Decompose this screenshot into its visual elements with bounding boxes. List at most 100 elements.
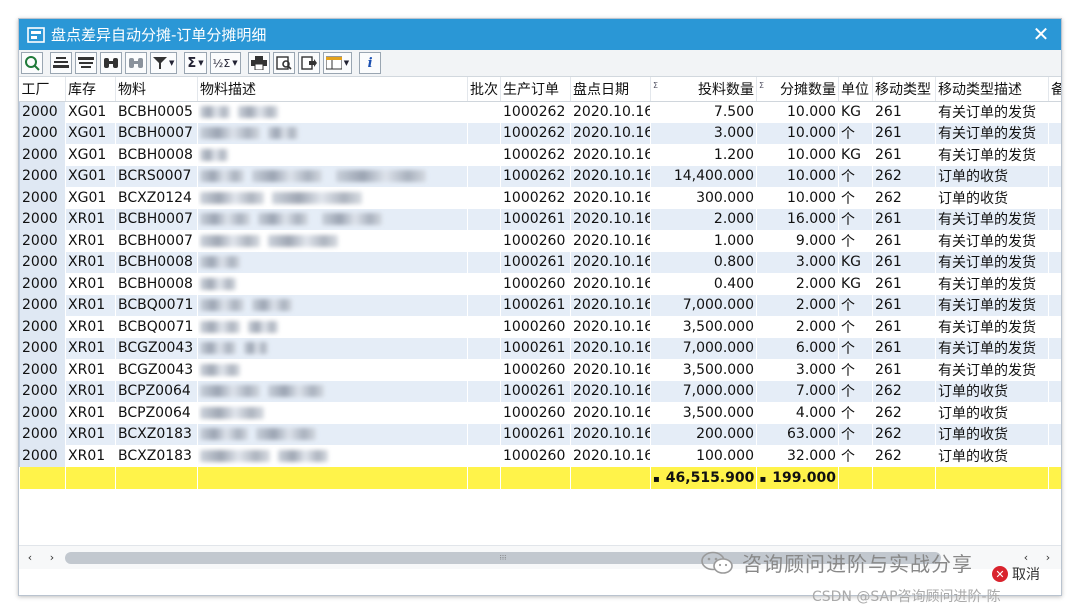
table-cell[interactable]: 1.000 — [650, 230, 757, 252]
table-cell[interactable]: 1000261 — [500, 251, 571, 273]
table-cell[interactable]: 订单的收货 — [935, 380, 1049, 402]
table-cell[interactable]: 2020.10.16 — [570, 230, 651, 252]
table-row[interactable]: 2000 XR01 BCGZ0043 1000260 2020.10.16 3,500.0… — [19, 359, 1061, 381]
table-cell[interactable]: XR01 — [65, 337, 116, 359]
table-cell[interactable]: 7,000.000 — [650, 337, 757, 359]
table-cell[interactable]: 10.000 — [756, 101, 839, 123]
table-cell[interactable]: 有关订单的发货 — [935, 251, 1049, 273]
table-cell[interactable]: 261 — [872, 230, 936, 252]
table-cell[interactable]: 261 — [872, 251, 936, 273]
table-cell[interactable]: 有关订单的发货 — [935, 230, 1049, 252]
table-row[interactable]: 2000 XR01 BCXZ0183 1000261 2020.10.16 200.000… — [19, 423, 1061, 445]
table-cell[interactable]: 2000 — [19, 423, 66, 445]
sort-ascending-icon[interactable] — [50, 52, 72, 74]
table-cell[interactable] — [467, 144, 501, 166]
table-cell[interactable]: 2000 — [19, 101, 66, 123]
scroll-left-icon[interactable]: ‹ — [23, 550, 37, 564]
cell-material-desc-redacted[interactable] — [197, 251, 468, 273]
table-cell[interactable]: 2020.10.16 — [570, 445, 651, 467]
subtotal-icon[interactable]: ½Σ ▼ — [209, 52, 241, 74]
column-header-qty[interactable]: Σ 投料数量 — [650, 77, 757, 102]
table-cell[interactable]: 个 — [838, 423, 873, 445]
sum-icon[interactable]: Σ ▼ — [184, 52, 207, 74]
table-cell[interactable]: 有关订单的发货 — [935, 337, 1049, 359]
cell-material-desc-redacted[interactable] — [197, 187, 468, 209]
table-cell[interactable]: 2000 — [19, 359, 66, 381]
table-cell[interactable]: 1000260 — [500, 316, 571, 338]
table-cell[interactable]: 2020.10.16 — [570, 251, 651, 273]
table-cell[interactable]: 261 — [872, 122, 936, 144]
table-cell[interactable]: XR01 — [65, 294, 116, 316]
find-next-icon[interactable] — [125, 52, 147, 74]
table-cell[interactable] — [467, 122, 501, 144]
table-cell[interactable]: 有关订单的发货 — [935, 273, 1049, 295]
table-cell[interactable]: 1000262 — [500, 187, 571, 209]
table-cell[interactable]: 2000 — [19, 316, 66, 338]
table-cell[interactable]: XR01 — [65, 445, 116, 467]
cell-material-desc-redacted[interactable] — [197, 230, 468, 252]
column-header[interactable]: 库存 — [65, 77, 116, 102]
table-cell[interactable] — [467, 208, 501, 230]
cell-material-desc-redacted[interactable] — [197, 445, 468, 467]
table-cell[interactable]: 2020.10.16 — [570, 122, 651, 144]
table-cell[interactable]: 3.000 — [756, 251, 839, 273]
table-cell[interactable]: 2000 — [19, 165, 66, 187]
table-cell[interactable]: 2020.10.16 — [570, 187, 651, 209]
table-cell[interactable]: 3,500.000 — [650, 316, 757, 338]
table-cell[interactable]: 1000261 — [500, 380, 571, 402]
table-cell[interactable]: 2020.10.16 — [570, 423, 651, 445]
table-cell[interactable]: XR01 — [65, 402, 116, 424]
table-cell[interactable]: BCBH0005 — [115, 101, 198, 123]
table-cell[interactable]: 2020.10.16 — [570, 144, 651, 166]
table-row[interactable]: 2000 XG01 BCBH0007 1000262 2020.10.16 3.000 10… — [19, 122, 1061, 144]
table-cell[interactable]: 1000261 — [500, 337, 571, 359]
table-cell[interactable]: XG01 — [65, 165, 116, 187]
table-cell[interactable]: 订单的收货 — [935, 423, 1049, 445]
table-cell[interactable]: 32.000 — [756, 445, 839, 467]
table-cell[interactable]: 1000261 — [500, 294, 571, 316]
export-icon[interactable] — [297, 52, 320, 74]
table-cell[interactable]: KG — [838, 273, 873, 295]
table-cell[interactable]: XR01 — [65, 273, 116, 295]
table-cell[interactable]: 261 — [872, 144, 936, 166]
table-cell[interactable]: 个 — [838, 337, 873, 359]
table-cell[interactable]: KG — [838, 101, 873, 123]
table-cell[interactable]: 7,000.000 — [650, 294, 757, 316]
table-cell[interactable]: 个 — [838, 230, 873, 252]
table-cell[interactable]: KG — [838, 144, 873, 166]
print-icon[interactable] — [247, 52, 270, 74]
table-cell[interactable] — [467, 380, 501, 402]
table-cell[interactable]: 个 — [838, 359, 873, 381]
table-row[interactable]: 2000 XR01 BCBQ0071 1000261 2020.10.16 7,000.0… — [19, 294, 1061, 316]
table-cell[interactable]: BCBH0008 — [115, 144, 198, 166]
table-cell[interactable]: 1000262 — [500, 101, 571, 123]
table-cell[interactable]: 14,400.000 — [650, 165, 757, 187]
table-cell[interactable]: 261 — [872, 208, 936, 230]
table-cell[interactable]: 3.000 — [650, 122, 757, 144]
column-header[interactable]: 生产订单 — [500, 77, 571, 102]
table-row[interactable]: 2000 XG01 BCBH0008 1000262 2020.10.16 1.200 10… — [19, 144, 1061, 166]
cell-material-desc-redacted[interactable] — [197, 122, 468, 144]
table-cell[interactable] — [467, 445, 501, 467]
table-cell[interactable]: 16.000 — [756, 208, 839, 230]
table-cell[interactable]: 10.000 — [756, 187, 839, 209]
close-icon[interactable]: ✕ — [1029, 22, 1053, 46]
table-row[interactable]: 2000 XR01 BCGZ0043 1000261 2020.10.16 7,000.0… — [19, 337, 1061, 359]
table-row[interactable]: 2000 XR01 BCXZ0183 1000260 2020.10.16 100.000… — [19, 445, 1061, 467]
table-cell[interactable]: BCBH0008 — [115, 251, 198, 273]
table-cell[interactable]: 订单的收货 — [935, 187, 1049, 209]
table-cell[interactable] — [467, 101, 501, 123]
table-cell[interactable]: 261 — [872, 316, 936, 338]
table-cell[interactable] — [467, 165, 501, 187]
table-cell[interactable]: 6.000 — [756, 337, 839, 359]
table-cell[interactable]: 2.000 — [756, 273, 839, 295]
filter-icon[interactable]: ▼ — [150, 52, 178, 74]
cell-material-desc-redacted[interactable] — [197, 273, 468, 295]
table-cell[interactable]: 1000261 — [500, 423, 571, 445]
table-cell[interactable]: 1000262 — [500, 165, 571, 187]
table-cell[interactable]: 2000 — [19, 187, 66, 209]
table-cell[interactable]: 2000 — [19, 251, 66, 273]
table-cell[interactable]: 100.000 — [650, 445, 757, 467]
table-cell[interactable]: 个 — [838, 294, 873, 316]
table-cell[interactable]: 2020.10.16 — [570, 337, 651, 359]
